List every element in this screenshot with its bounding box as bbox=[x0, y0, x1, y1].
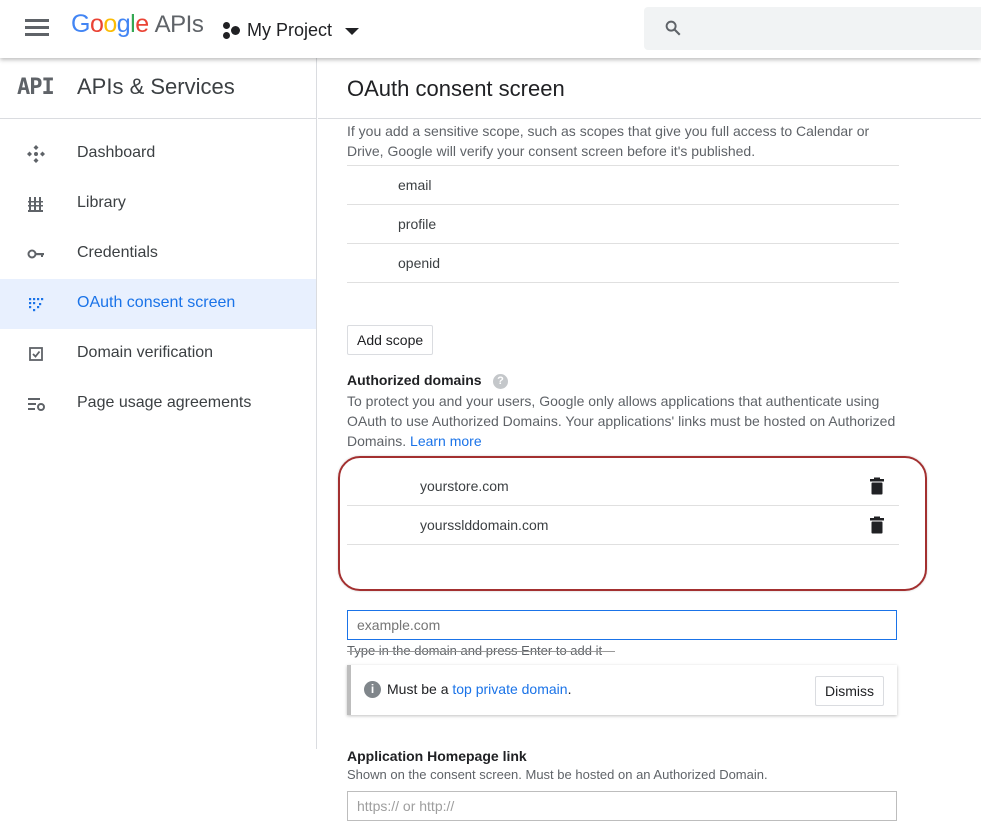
oauth-icon bbox=[29, 298, 44, 312]
section-title: Application Homepage link bbox=[347, 748, 527, 764]
sidebar-item-label: Library bbox=[77, 194, 126, 211]
chevron-down-icon bbox=[345, 27, 360, 35]
sidebar-title: APIs & Services bbox=[77, 74, 235, 99]
top-app-bar: Google APIs My Project bbox=[0, 0, 981, 58]
homepage-link-section: Application Homepage link Shown on the c… bbox=[347, 748, 899, 782]
sidebar-item-library[interactable]: Library bbox=[0, 179, 316, 229]
add-scope-button[interactable]: Add scope bbox=[347, 325, 434, 355]
project-selector[interactable]: My Project bbox=[221, 16, 360, 44]
sidebar-item-page-usage-agreements[interactable]: Page usage agreements bbox=[0, 379, 316, 429]
learn-more-link[interactable]: Learn more bbox=[410, 433, 482, 449]
project-name: My Project bbox=[247, 19, 333, 40]
sidebar-item-label: Dashboard bbox=[77, 144, 156, 161]
search-bar[interactable] bbox=[644, 7, 981, 50]
delete-icon[interactable] bbox=[867, 515, 887, 535]
search-icon bbox=[665, 20, 681, 36]
dismiss-button[interactable]: Dismiss bbox=[815, 676, 884, 706]
settings-list-icon bbox=[28, 398, 45, 411]
sidebar-item-label: Credentials bbox=[77, 244, 158, 261]
sensitive-scope-help: If you add a sensitive scope, such as sc… bbox=[347, 123, 870, 159]
domain-input[interactable] bbox=[347, 610, 897, 640]
sidebar-item-label: Page usage agreements bbox=[77, 394, 252, 411]
checkbox-icon bbox=[29, 347, 43, 361]
info-icon: i bbox=[364, 681, 381, 698]
menu-icon[interactable] bbox=[25, 19, 49, 37]
scope-name: openid bbox=[398, 255, 441, 271]
dashboard-icon bbox=[27, 145, 45, 163]
homepage-description: Shown on the consent screen. Must be hos… bbox=[347, 767, 768, 782]
scope-name: email bbox=[398, 177, 432, 193]
section-title: Authorized domains bbox=[347, 372, 482, 388]
sidebar-item-label: Domain verification bbox=[77, 344, 214, 361]
google-apis-logo[interactable]: Google APIs bbox=[71, 10, 204, 39]
sidebar-item-label: OAuth consent screen bbox=[77, 294, 236, 311]
hint-strike-line bbox=[347, 651, 615, 652]
sidebar: API APIs & Services Dashboard Library Cr… bbox=[0, 58, 317, 749]
page-header: OAuth consent screen bbox=[318, 58, 981, 119]
page-title: OAuth consent screen bbox=[347, 76, 565, 101]
sidebar-item-oauth-consent-screen[interactable]: OAuth consent screen bbox=[0, 279, 316, 329]
list-item: email bbox=[347, 166, 899, 205]
scope-name: profile bbox=[398, 216, 437, 232]
key-icon bbox=[27, 249, 44, 259]
authorized-domains-section: Authorized domains ? To protect you and … bbox=[347, 372, 899, 451]
top-private-domain-link[interactable]: top private domain bbox=[452, 681, 567, 697]
domain-name: yoursslddomain.com bbox=[420, 517, 549, 533]
delete-icon[interactable] bbox=[867, 476, 887, 496]
help-icon[interactable]: ? bbox=[493, 374, 509, 389]
scope-list: email profile openid bbox=[347, 165, 899, 283]
sidebar-header: API APIs & Services bbox=[0, 58, 316, 119]
main-content: OAuth consent screen If you add a sensit… bbox=[318, 58, 981, 821]
domain-name: yourstore.com bbox=[420, 478, 509, 494]
domain-warning-banner: i Must be a top private domain. Dismiss bbox=[347, 665, 897, 715]
homepage-url-input[interactable] bbox=[347, 791, 897, 821]
sidebar-item-dashboard[interactable]: Dashboard bbox=[0, 129, 316, 179]
table-row: yourstore.com bbox=[347, 467, 899, 506]
authorized-domains-description: To protect you and your users, Google on… bbox=[347, 393, 896, 449]
project-icon bbox=[221, 20, 241, 40]
domain-list: yourstore.com yoursslddomain.com bbox=[347, 467, 899, 545]
list-item: openid bbox=[347, 244, 899, 283]
sidebar-item-domain-verification[interactable]: Domain verification bbox=[0, 329, 316, 379]
api-badge-icon: API bbox=[17, 75, 55, 100]
sidebar-item-credentials[interactable]: Credentials bbox=[0, 229, 316, 279]
warning-message: Must be a top private domain. bbox=[387, 681, 572, 697]
library-icon bbox=[28, 197, 43, 212]
list-item: profile bbox=[347, 205, 899, 244]
table-row: yoursslddomain.com bbox=[347, 506, 899, 545]
